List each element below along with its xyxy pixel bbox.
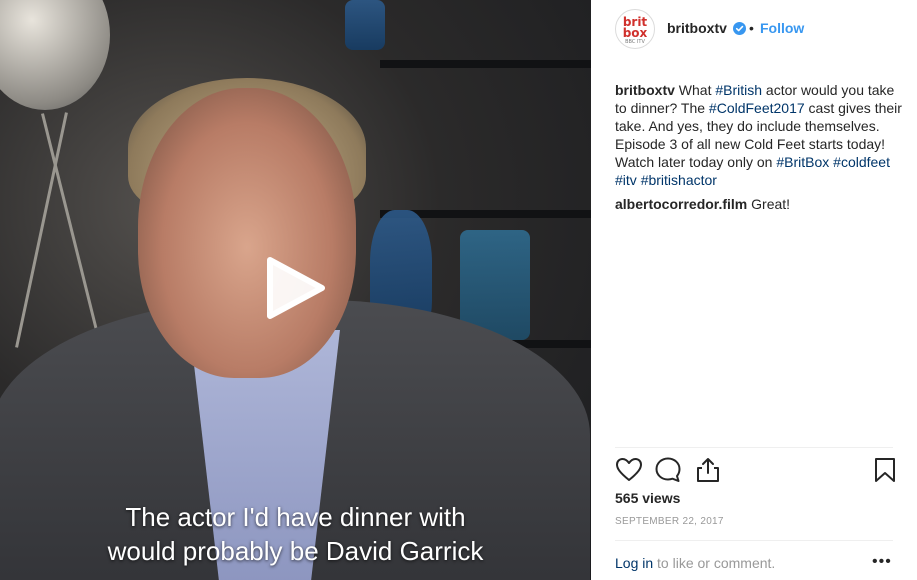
post-modal: The actor I'd have dinner with would pro… [0,0,917,580]
tripod-leg [41,113,102,347]
video-player[interactable]: The actor I'd have dinner with would pro… [0,0,591,580]
hashtag-link[interactable]: #BritBox [776,154,829,170]
post-date: SEPTEMBER 22, 2017 [615,516,724,527]
comment: albertocorredor.film Great! [615,195,905,213]
comment-username[interactable]: albertocorredor.film [615,196,747,212]
verified-badge-icon [733,22,746,35]
bookmark-icon[interactable] [871,456,899,484]
view-count[interactable]: 565 views [615,490,680,506]
hashtag-link[interactable]: #coldfeet [833,154,890,170]
background-lamp [0,0,110,110]
post-header: brit box BBC ITV britboxtv • Follow [591,0,917,58]
login-prompt: Log in to like or comment. [615,555,775,571]
blue-vase [345,0,385,50]
header-separator: • [749,20,754,36]
hashtag-link[interactable]: #British [715,82,762,98]
shelf [380,60,591,68]
login-text: to like or comment. [653,555,776,571]
tripod-leg [15,112,68,348]
comment-text: Great! [747,196,791,212]
login-link[interactable]: Log in [615,555,653,571]
divider [615,447,893,448]
comment-bubble-icon[interactable] [654,456,682,484]
video-subtitle-line2: would probably be David Garrick [107,536,484,566]
follow-button[interactable]: Follow [760,20,804,36]
post-caption: britboxtv What #British actor would you … [615,81,905,189]
play-icon[interactable] [262,256,326,320]
avatar-logo-text: box [622,26,648,40]
header-username[interactable]: britboxtv [667,20,727,36]
post-side-panel: brit box BBC ITV britboxtv • Follow brit… [591,0,917,580]
more-options-icon[interactable]: ••• [872,553,892,571]
divider [615,540,893,541]
avatar-logo-subtext: BBC ITV [625,39,645,45]
avatar[interactable]: brit box BBC ITV [615,9,655,49]
hashtag-link[interactable]: #britishactor [641,172,717,188]
hashtag-link[interactable]: #ColdFeet2017 [709,100,805,116]
video-subtitle-line1: The actor I'd have dinner with [125,502,466,532]
like-heart-icon[interactable] [615,456,643,484]
caption-username[interactable]: britboxtv [615,82,675,98]
hashtag-link[interactable]: #itv [615,172,637,188]
share-icon[interactable] [694,456,722,484]
caption-text: What [674,82,716,98]
person-face [138,88,356,378]
post-actions [615,456,905,486]
